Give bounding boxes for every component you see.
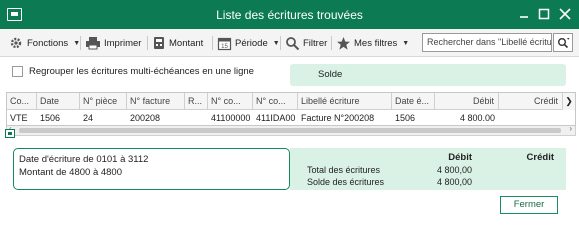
minimize-button[interactable]: [515, 5, 533, 23]
column-header-r[interactable]: R...: [185, 93, 208, 110]
calendar-icon: 15: [217, 37, 232, 50]
column-header-credit[interactable]: Crédit: [499, 93, 562, 110]
montant-label: Montant: [169, 37, 204, 49]
minimize-icon: [520, 16, 528, 18]
star-icon: [337, 36, 350, 50]
cell-r: [185, 110, 208, 125]
totals-panel: Débit Crédit Total des écritures 4 800,0…: [290, 148, 566, 190]
cell-piece: 24: [83, 113, 94, 123]
fonctions-menu-button[interactable]: Fonctions ▼: [8, 35, 80, 51]
toolbar-divider: [280, 36, 281, 50]
regroup-label: Regrouper les écritures multi-échéances …: [29, 66, 254, 77]
calculator-icon: [154, 37, 164, 49]
cell-date-echeance: 1506: [395, 113, 416, 123]
solde-entries-debit: 4 800,00: [436, 177, 472, 187]
total-entries-label: Total des écritures: [307, 165, 381, 175]
scrollbar-thumb[interactable]: [19, 128, 561, 133]
toolbar-divider: [212, 36, 213, 50]
cell-compte: 41100000: [211, 113, 251, 123]
column-header-compte[interactable]: N° co...: [208, 93, 253, 110]
column-header-libelle[interactable]: Libellé écriture: [298, 93, 392, 110]
gear-icon: [10, 37, 22, 49]
close-icon: [559, 8, 571, 20]
toolbar: Fonctions ▼ Imprimer Montant 15 Période …: [0, 29, 579, 57]
regroup-option[interactable]: Regrouper les écritures multi-échéances …: [12, 66, 254, 77]
cell-date: 1506: [40, 113, 61, 123]
search-button[interactable]: [553, 33, 573, 52]
totals-credit-header: Crédit: [526, 152, 554, 163]
fermer-button[interactable]: Fermer: [500, 196, 558, 214]
imprimer-button[interactable]: Imprimer: [85, 35, 141, 51]
cell-facture: 200208: [130, 113, 161, 123]
window-title: Liste des écritures trouvées: [216, 8, 363, 22]
chevron-down-icon: ▼: [272, 39, 280, 47]
maximize-icon: [538, 8, 550, 20]
mes-filtres-menu-button[interactable]: Mes filtres ▼: [336, 35, 409, 51]
periode-menu-button[interactable]: 15 Période ▼: [217, 35, 280, 51]
solde-entries-label: Solde des écritures: [307, 177, 385, 187]
scroll-columns-right-button[interactable]: ❯: [562, 93, 575, 110]
maximize-button[interactable]: [535, 5, 553, 23]
solde-panel: Solde: [290, 64, 566, 86]
printer-icon: [86, 37, 100, 50]
column-header-facture[interactable]: N° facture: [127, 93, 185, 110]
cell-debit: 4 800.00: [459, 113, 495, 123]
column-header-piece[interactable]: N° pièce: [80, 93, 127, 110]
title-bar: Liste des écritures trouvées: [0, 0, 579, 29]
search-input[interactable]: Rechercher dans "Libellé écriture": [422, 33, 552, 52]
cell-credit: [499, 110, 562, 125]
total-entries-debit: 4 800,00: [436, 165, 472, 175]
cell-libelle: Facture N°200208: [301, 113, 375, 123]
column-header-debit[interactable]: Débit: [435, 93, 499, 110]
fonctions-label: Fonctions: [27, 37, 69, 49]
search-icon: [557, 37, 569, 48]
chevron-right-icon: ❯: [565, 96, 573, 106]
column-header-date[interactable]: Date: [37, 93, 80, 110]
cell-compte-tiers: 411IDA00: [256, 113, 296, 123]
close-window-button[interactable]: [556, 5, 574, 23]
periode-label: Période: [235, 37, 268, 49]
table-row[interactable]: VTE 1506 24 200208 41100000 411IDA00 Fac…: [7, 110, 562, 125]
column-header-date-echeance[interactable]: Date é...: [392, 93, 435, 110]
mes-filtres-label: Mes filtres: [354, 37, 398, 49]
scroll-right-icon[interactable]: ›: [569, 124, 572, 133]
imprimer-label: Imprimer: [104, 37, 142, 49]
search-icon: [286, 36, 300, 50]
entries-grid: Co... Date N° pièce N° facture R... N° c…: [6, 92, 576, 126]
regroup-checkbox[interactable]: [12, 66, 23, 77]
filtrer-button[interactable]: Filtrer: [285, 35, 327, 51]
filter-amount-text: Montant de 4800 à 4800: [19, 167, 123, 178]
totals-debit-header: Débit: [448, 152, 472, 163]
column-header-code[interactable]: Co...: [7, 93, 37, 110]
toolbar-divider: [331, 36, 332, 50]
toolbar-divider: [80, 36, 81, 50]
filtrer-label: Filtrer: [303, 37, 328, 49]
filter-summary: Date d'écriture de 0101 à 3112 Montant d…: [13, 148, 290, 190]
grid-header: Co... Date N° pièce N° facture R... N° c…: [7, 93, 562, 110]
selection-toggle-icon[interactable]: [5, 129, 15, 138]
chevron-down-icon: ▼: [402, 39, 410, 47]
toolbar-divider: [147, 36, 148, 50]
solde-label: Solde: [318, 69, 343, 80]
svg-text:15: 15: [221, 44, 228, 50]
montant-button[interactable]: Montant: [152, 35, 203, 51]
horizontal-scrollbar[interactable]: ‹ ›: [6, 124, 576, 136]
filter-date-text: Date d'écriture de 0101 à 3112: [19, 154, 149, 165]
column-header-compte-tiers[interactable]: N° co...: [253, 93, 298, 110]
